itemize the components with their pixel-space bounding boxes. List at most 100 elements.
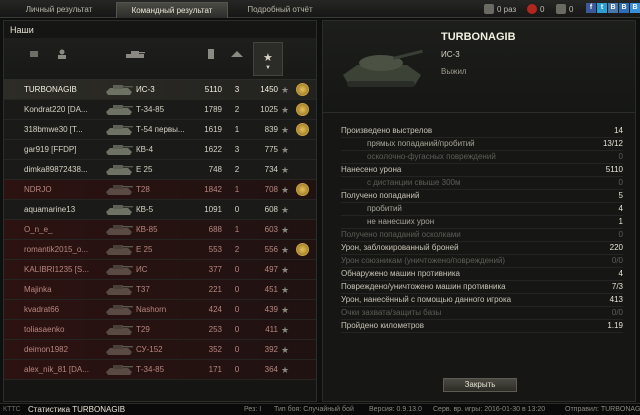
table-row[interactable]: deimon1982 СУ-152 352 0 392 ★ [4,340,316,360]
tank-icon [106,105,133,115]
player-name: gar919 [FFDP] [24,145,77,154]
top-tab-bar: Личный результат Командный результат Под… [0,0,640,18]
tank-name: Т-54 первы... [136,125,185,134]
table-row[interactable]: 318bmwe30 [T... Т-54 первы... 1619 1 839 ★ [4,120,316,140]
tank-icon [106,365,133,375]
stat-label: Урон, заблокированный броней [341,243,459,252]
stat-row: Урон союзникам (уничтожено/повреждений) 0… [341,255,623,267]
table-row[interactable]: O_n_e_ КВ-85 688 1 603 ★ [4,220,316,240]
player-icon[interactable] [56,49,68,59]
stat-label: с дистанции свыше 300м [367,178,461,187]
damage-value: 553 [208,245,222,254]
xp-value: 439 [264,305,278,314]
player-name: kvadrat66 [24,305,60,314]
facebook-icon[interactable]: f [586,3,596,13]
tank-icon [106,205,133,215]
table-row[interactable]: NDRJO T28 1842 1 708 ★ [4,180,316,200]
table-row[interactable]: romantik2015_o... E 25 553 2 556 ★ [4,240,316,260]
damage-value: 1622 [204,145,222,154]
tank-name: ИС-3 [136,85,155,94]
stat-value: 1.19 [607,321,623,330]
player-name: Kondrat220 [DA... [24,105,88,114]
footer-server-time: Серв. вр. игры: 2016-01-30 в 13:20 [433,406,546,413]
table-row[interactable]: dimka89872438... E 25 748 2 734 ★ [4,160,316,180]
close-button[interactable]: Закрыть [443,378,517,392]
stat-value: 7/3 [611,282,623,291]
team-table-panel: Наши ★ ▼ TURBONAGIB ИС-3 5110 3 1450 ★ Kondrat… [3,20,317,402]
kills-value: 0 [234,345,240,354]
medal-icon[interactable] [296,83,309,96]
star-icon: ★ [281,305,290,315]
tab-detailed-report[interactable]: Подробный отчёт [230,2,330,18]
kills-value: 1 [234,225,240,234]
stat-value: 0/0 [611,256,623,265]
damage-value: 5110 [204,85,222,94]
medal-icon[interactable] [296,243,309,256]
kills-column-icon[interactable] [229,49,245,59]
table-row[interactable]: KALIBRI1235 [S... ИС 377 0 497 ★ [4,260,316,280]
share-icon[interactable]: B [619,3,629,13]
damage-value: 748 [208,165,222,174]
stat-value: 0/0 [611,308,623,317]
detail-player-name: TURBONAGIB [441,31,516,43]
twitter-icon[interactable]: t [597,3,607,13]
tank-name: T29 [136,325,150,334]
star-icon: ★ [281,145,290,155]
vk-icon[interactable]: B [608,3,618,13]
footer-res: Рез: I [244,406,262,413]
stat-divider [341,332,623,333]
damage-value: 352 [208,345,222,354]
damage-value: 424 [208,305,222,314]
stat-value: 413 [609,295,623,304]
tank-icon [106,325,133,335]
kills-value: 2 [234,245,240,254]
tank-image [343,49,423,87]
table-row[interactable]: Kondrat220 [DA... Т-34-85 1789 2 1025 ★ [4,100,316,120]
comments-counter[interactable]: 0 [556,3,573,15]
xp-column-selected[interactable]: ★ ▼ [253,42,283,76]
detail-survival-status: Выжил [441,67,467,76]
table-row[interactable]: Majinka T37 221 0 451 ★ [4,280,316,300]
comment-icon [556,4,566,14]
footer-title: Статистика TURBONAGIB [28,405,126,414]
medal-icon[interactable] [296,123,309,136]
damage-value: 1789 [204,105,222,114]
footer-sender: Отправил: TURBONAGIB [565,406,640,413]
kills-value: 0 [234,265,240,274]
tank-name: Nashorn [136,305,167,314]
stat-row: Очки захвата/защиты базы 0/0 [341,307,623,319]
xp-value: 608 [264,205,278,214]
table-row[interactable]: TURBONAGIB ИС-3 5110 3 1450 ★ [4,80,316,100]
damage-value: 221 [208,285,222,294]
xp-value: 364 [264,365,278,374]
tank-column-icon[interactable] [124,49,146,59]
player-name: NDRJO [24,185,52,194]
table-row[interactable]: kvadrat66 Nashorn 424 0 439 ★ [4,300,316,320]
stat-value: 5110 [605,165,623,174]
stat-value: 1 [618,217,623,226]
damage-column-icon[interactable] [205,49,217,59]
detail-tank-name: ИС-3 [441,50,460,59]
medal-icon[interactable] [296,103,309,116]
likes-counter[interactable]: 0 [527,3,544,15]
table-row[interactable]: toliasaenko T29 253 0 411 ★ [4,320,316,340]
tank-icon [106,225,133,235]
xp-value: 451 [264,285,278,294]
table-row[interactable]: aquamarine13 КВ-5 1091 0 608 ★ [4,200,316,220]
star-icon: ★ [281,125,290,135]
tab-personal-result[interactable]: Личный результат [4,2,114,18]
table-row[interactable]: alex_nik_81 [DA... Т-34-85 171 0 364 ★ [4,360,316,380]
stat-label: не нанесших урон [367,217,435,226]
stat-row: пробитий 4 [341,203,623,215]
medal-icon[interactable] [296,183,309,196]
tab-team-result[interactable]: Командный результат [116,2,228,18]
xp-value: 411 [265,325,278,334]
table-row[interactable]: gar919 [FFDP] КВ-4 1622 3 775 ★ [4,140,316,160]
player-name: 318bmwe30 [T... [24,125,83,134]
kills-value: 0 [234,285,240,294]
share-icon-2[interactable]: B [630,3,640,13]
xp-value: 734 [264,165,278,174]
player-name: O_n_e_ [24,225,53,234]
star-icon: ★ [281,345,290,355]
stat-row: осколочно-фугасных повреждений 0 [341,151,623,163]
